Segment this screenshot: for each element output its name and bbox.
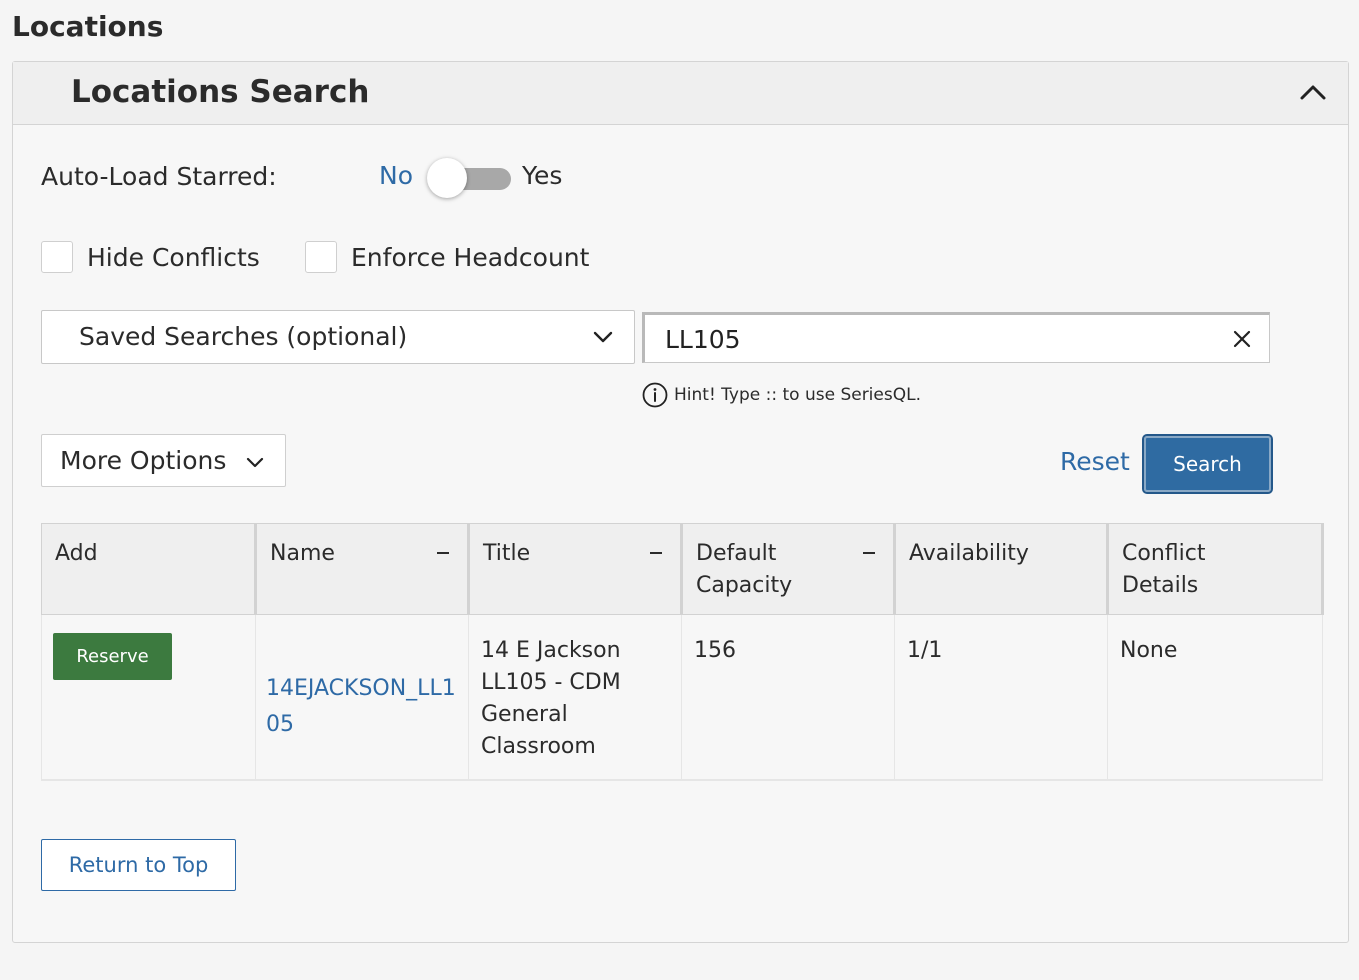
column-header-availability: Availability — [894, 523, 1109, 615]
chevron-up-icon — [1300, 85, 1326, 100]
search-button[interactable]: Search — [1142, 434, 1273, 494]
sort-dash-icon[interactable] — [650, 552, 662, 554]
hint-text: Hint! Type :: to use SeriesQL. — [674, 385, 921, 405]
cell-capacity: 156 — [681, 614, 895, 781]
column-header-name[interactable]: Name — [255, 523, 470, 615]
page-title: Locations — [12, 10, 164, 43]
hide-conflicts-label: Hide Conflicts — [87, 242, 260, 272]
saved-searches-select[interactable]: Saved Searches (optional) — [41, 310, 635, 364]
results-table: Add Name Title Default Capacity Availabi… — [41, 523, 1324, 781]
table-header-row: Add Name Title Default Capacity Availabi… — [41, 523, 1324, 615]
search-input[interactable] — [665, 321, 1205, 357]
enforce-headcount-checkbox[interactable] — [305, 241, 337, 273]
reserve-button[interactable]: Reserve — [53, 633, 172, 680]
enforce-headcount-option[interactable]: Enforce Headcount — [305, 240, 589, 274]
sort-dash-icon[interactable] — [863, 552, 875, 554]
info-icon — [642, 382, 668, 408]
reset-link[interactable]: Reset — [1060, 447, 1130, 476]
column-header-label: Availability — [909, 541, 1029, 566]
column-header-label: Title — [483, 541, 531, 566]
sort-dash-icon[interactable] — [437, 552, 449, 554]
close-icon[interactable] — [1231, 328, 1253, 350]
cell-title: 14 E Jackson LL105 - CDM General Classro… — [468, 614, 682, 781]
search-field — [642, 312, 1270, 363]
auto-load-starred-toggle[interactable] — [427, 158, 513, 198]
column-header-label: Default Capacity — [696, 541, 793, 598]
toggle-on-label: Yes — [522, 161, 563, 190]
collapse-button[interactable] — [1296, 76, 1330, 110]
enforce-headcount-label: Enforce Headcount — [351, 242, 590, 272]
column-header-label: Add — [55, 541, 98, 566]
auto-load-starred-label: Auto-Load Starred: — [41, 162, 277, 191]
saved-searches-placeholder: Saved Searches (optional) — [79, 322, 408, 351]
cell-availability: 1/1 — [894, 614, 1108, 781]
more-options-label: More Options — [60, 446, 227, 475]
column-header-label: Name — [270, 541, 335, 566]
column-header-title[interactable]: Title — [468, 523, 683, 615]
cell-conflict-details: None — [1107, 614, 1323, 781]
chevron-down-icon — [593, 331, 613, 343]
toggle-knob — [427, 158, 467, 198]
chevron-down-icon — [246, 457, 264, 468]
table-row: Reserve 14EJACKSON_LL105 14 E Jackson LL… — [41, 614, 1323, 781]
search-hint: Hint! Type :: to use SeriesQL. — [642, 382, 921, 408]
hide-conflicts-checkbox[interactable] — [41, 241, 73, 273]
hide-conflicts-option[interactable]: Hide Conflicts — [41, 240, 260, 274]
return-to-top-button[interactable]: Return to Top — [41, 839, 236, 891]
column-header-conflict-details: Conflict Details — [1107, 523, 1324, 615]
locations-search-panel: Locations Search Auto-Load Starred: No Y… — [12, 61, 1349, 943]
column-header-add: Add — [41, 523, 257, 615]
toggle-off-label: No — [379, 161, 413, 190]
panel-title: Locations Search — [71, 74, 370, 110]
column-header-default-capacity[interactable]: Default Capacity — [681, 523, 896, 615]
cell-name: 14EJACKSON_LL105 — [255, 614, 469, 781]
location-name-link[interactable]: 14EJACKSON_LL105 — [266, 671, 456, 743]
more-options-dropdown[interactable]: More Options — [41, 434, 286, 487]
panel-header[interactable]: Locations Search — [13, 62, 1348, 125]
cell-add: Reserve — [41, 614, 256, 781]
column-header-label: Conflict Details — [1122, 541, 1206, 598]
